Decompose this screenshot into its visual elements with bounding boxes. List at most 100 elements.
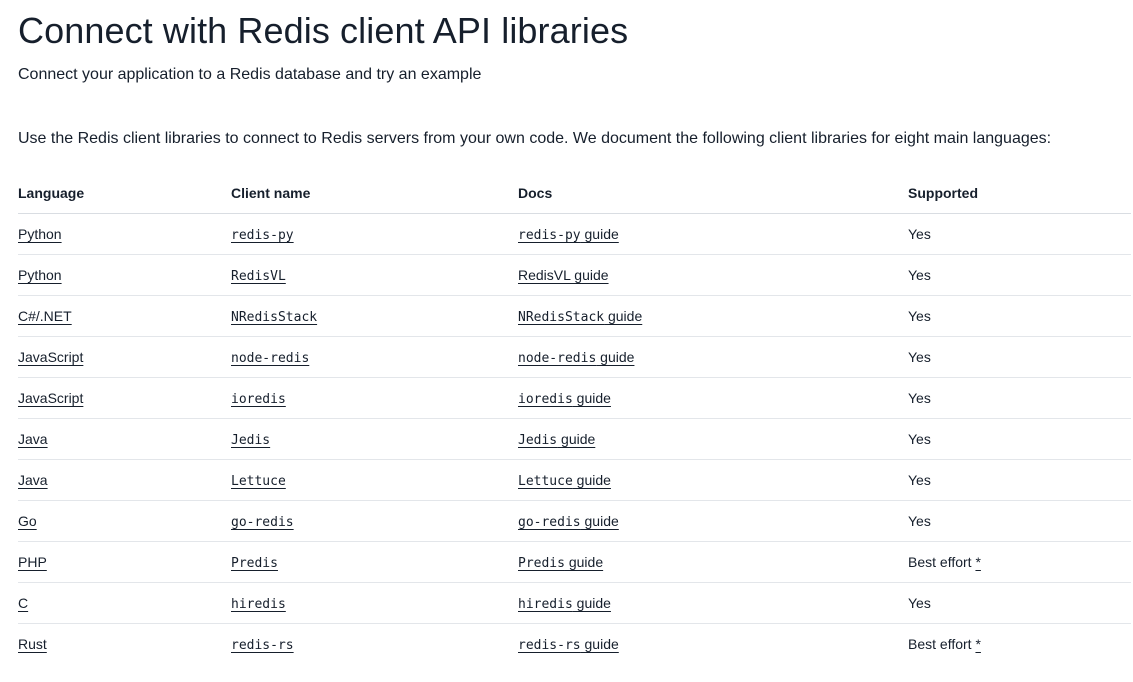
language-link[interactable]: Rust (18, 636, 47, 652)
cell-language: Java (18, 459, 231, 501)
cell-supported: Best effort * (908, 624, 1131, 665)
cell-language: Python (18, 254, 231, 296)
cell-docs: Lettuce guide (518, 459, 908, 501)
docs-guide-label: guide (572, 389, 611, 406)
cell-language: Java (18, 418, 231, 460)
docs-guide-link[interactable]: Jedis guide (518, 430, 596, 448)
cell-supported: Yes (908, 377, 1131, 419)
client-name-link[interactable]: ioredis (231, 392, 286, 407)
docs-guide-link[interactable]: redis-rs guide (518, 636, 619, 653)
cell-supported: Yes (908, 254, 1131, 296)
docs-guide-link[interactable]: Lettuce guide (518, 471, 611, 489)
language-link[interactable]: C (18, 595, 28, 611)
supported-status: Best effort (908, 554, 976, 570)
cell-docs: node-redis guide (518, 336, 908, 378)
table-row: PHP Predis Predis guide Best effort * (18, 541, 1131, 583)
cell-client-name: ioredis (231, 377, 518, 419)
docs-guide-label: RedisVL guide (518, 267, 609, 283)
cell-language: Go (18, 500, 231, 542)
header-supported: Supported (908, 172, 1131, 214)
cell-client-name: go-redis (231, 500, 518, 542)
cell-supported: Yes (908, 418, 1131, 460)
docs-guide-link[interactable]: node-redis guide (518, 349, 634, 366)
client-name-link[interactable]: Predis (231, 556, 278, 571)
table-row: JavaScript ioredis ioredis guide Yes (18, 377, 1131, 419)
supported-status: Yes (908, 226, 931, 242)
language-link[interactable]: C#/.NET (18, 308, 72, 324)
language-link[interactable]: JavaScript (18, 390, 83, 406)
cell-docs: Jedis guide (518, 418, 908, 460)
docs-guide-label: guide (580, 225, 619, 242)
cell-language: C#/.NET (18, 295, 231, 337)
client-name-link[interactable]: NRedisStack (231, 310, 317, 325)
table-row: C#/.NET NRedisStack NRedisStack guide Yes (18, 295, 1131, 337)
client-name-link[interactable]: redis-py (231, 228, 294, 243)
header-client-name: Client name (231, 172, 518, 214)
docs-guide-label: guide (580, 512, 619, 529)
language-link[interactable]: Python (18, 226, 62, 242)
docs-guide-link[interactable]: RedisVL guide (518, 267, 609, 283)
client-name-link[interactable]: node-redis (231, 351, 309, 366)
table-row: Python RedisVL RedisVL guide Yes (18, 254, 1131, 296)
footnote-link[interactable]: * (975, 636, 980, 652)
supported-status: Yes (908, 472, 931, 488)
cell-language: JavaScript (18, 377, 231, 419)
header-docs: Docs (518, 172, 908, 214)
docs-guide-link[interactable]: Predis guide (518, 554, 603, 571)
cell-language: PHP (18, 541, 231, 583)
language-link[interactable]: Python (18, 267, 62, 283)
cell-supported: Yes (908, 500, 1131, 542)
cell-docs: hiredis guide (518, 582, 908, 624)
docs-guide-link[interactable]: ioredis guide (518, 389, 611, 407)
docs-client-code: Predis (518, 555, 565, 571)
cell-language: C (18, 582, 231, 624)
intro-paragraph: Use the Redis client libraries to connec… (18, 130, 1052, 147)
table-header-row: Language Client name Docs Supported (18, 172, 1131, 214)
cell-supported: Yes (908, 213, 1131, 255)
supported-status: Yes (908, 308, 931, 324)
docs-guide-link[interactable]: redis-py guide (518, 225, 619, 243)
language-link[interactable]: Java (18, 431, 48, 447)
cell-language: JavaScript (18, 336, 231, 378)
docs-client-code: node-redis (518, 350, 597, 366)
cell-docs: redis-py guide (518, 213, 908, 255)
docs-guide-link[interactable]: go-redis guide (518, 512, 619, 530)
client-name-link[interactable]: redis-rs (231, 638, 294, 653)
language-link[interactable]: PHP (18, 554, 47, 570)
footnote-link[interactable]: * (975, 554, 980, 570)
cell-client-name: hiredis (231, 582, 518, 624)
cell-docs: RedisVL guide (518, 254, 908, 296)
docs-guide-label: guide (572, 471, 611, 488)
supported-status: Yes (908, 349, 931, 365)
docs-guide-label: guide (557, 430, 596, 447)
docs-client-code: NRedisStack (518, 309, 605, 325)
supported-status: Yes (908, 513, 931, 529)
supported-status: Best effort (908, 636, 976, 652)
table-body: Python redis-py redis-py guide Yes Python Red… (18, 213, 1131, 665)
header-language: Language (18, 172, 231, 214)
table-row: Chiredis hiredis guide Yes (18, 582, 1131, 624)
table-row: JavaScript node-redis node-redis guide Yes (18, 336, 1131, 378)
client-name-link[interactable]: Jedis (231, 433, 270, 448)
docs-guide-link[interactable]: NRedisStack guide (518, 308, 642, 325)
cell-client-name: Lettuce (231, 459, 518, 501)
language-link[interactable]: JavaScript (18, 349, 83, 365)
cell-language: Python (18, 213, 231, 255)
client-name-link[interactable]: Lettuce (231, 474, 286, 489)
client-name-link[interactable]: hiredis (231, 597, 286, 612)
table-row: Java Lettuce Lettuce guide Yes (18, 459, 1131, 501)
docs-client-code: go-redis (518, 514, 581, 530)
cell-docs: ioredis guide (518, 377, 908, 419)
client-libraries-table: Language Client name Docs Supported Pyth… (18, 172, 1131, 664)
supported-status: Yes (908, 390, 931, 406)
client-name-link[interactable]: RedisVL (231, 269, 286, 284)
language-link[interactable]: Go (18, 513, 37, 529)
docs-client-code: Lettuce (518, 473, 573, 489)
docs-guide-link[interactable]: hiredis guide (518, 595, 611, 612)
cell-client-name: redis-rs (231, 624, 518, 665)
cell-supported: Yes (908, 336, 1131, 378)
supported-status: Yes (908, 595, 931, 611)
client-name-link[interactable]: go-redis (231, 515, 294, 530)
table-row: Java Jedis Jedis guide Yes (18, 418, 1131, 460)
language-link[interactable]: Java (18, 472, 48, 488)
